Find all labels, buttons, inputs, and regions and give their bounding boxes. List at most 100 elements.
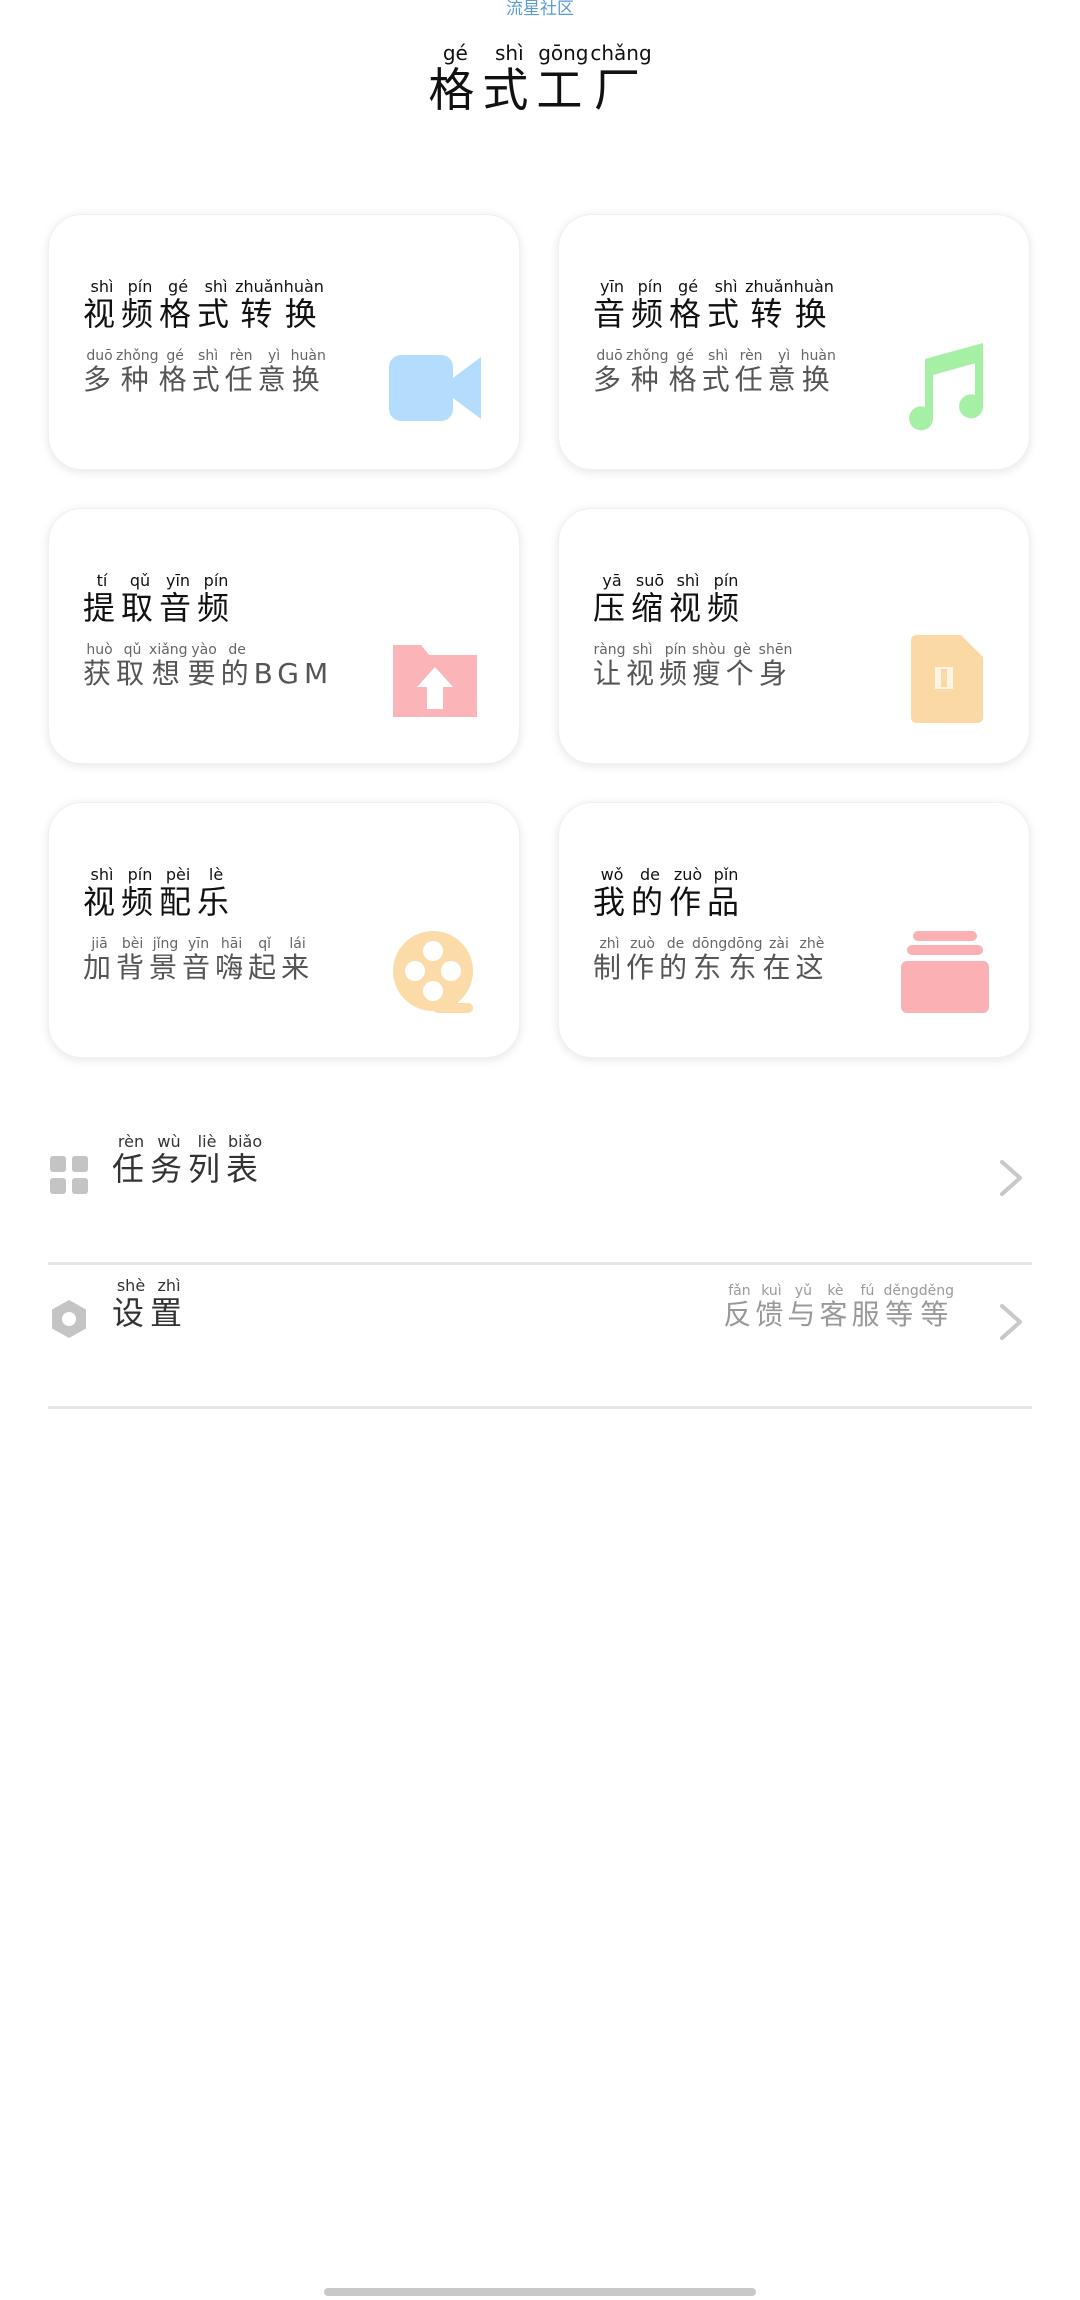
page-title: 格gé式shì工gōng厂chǎng [0,41,1080,120]
hanzi-char: 意yì [257,348,291,396]
settings-row[interactable]: 设shè置zhì 反fǎn馈kuì与yǔ客kè服fú等děng等děng [48,1264,1032,1409]
card-my-works[interactable]: 我wǒ的de作zuò品pǐn 制zhì作zuò的de东dōng东dōng在zài… [558,802,1030,1058]
pinyin: zuò [626,936,660,952]
film-reel-icon [393,931,473,1013]
hanzi-char: 制zhì [593,936,627,984]
hanzi-char: 列liè [188,1132,227,1188]
pinyin: fú [851,1283,884,1299]
hanzi-char: 等děng [883,1283,919,1331]
hanzi-char: 格gé [159,277,198,333]
hanzi-char: 换huàn [283,277,324,333]
hanzi-char: 格gé [428,41,483,117]
hanzi-char: 起qǐ [248,936,282,984]
card-title: 我wǒ的de作zuò品pǐn [593,865,746,923]
community-link[interactable]: 流星社区 [0,0,1080,18]
pinyin: shì [191,348,225,364]
pinyin: de [631,865,670,884]
task-list-row[interactable]: 任rèn务wù列liè表biǎo [48,1120,1032,1265]
hanzi-char: 取qǔ [116,642,150,690]
hanzi-char: 厂chǎng [590,41,652,117]
hanzi-char: 瘦shòu [692,642,726,690]
pinyin: gé [669,277,708,296]
hanzi-char: 个gè [725,642,759,690]
card-subtitle: 加jiā背bèi景jǐng音yīn嗨hāi起qǐ来lái [83,936,315,986]
card-subtitle: 获huò取qǔ想xiǎng要yào的deBGM [83,642,334,692]
hanzi-char: 要yào [187,642,221,690]
hanzi-char: 式shì [707,277,746,333]
hanzi-char: 嗨hāi [215,936,249,984]
hanzi-char: 设shè [112,1276,151,1332]
pinyin: shì [626,642,660,658]
pinyin: huàn [283,277,324,296]
card-video-convert[interactable]: 视shì频pín格gé式shì转zhuǎn换huàn 多duō种zhǒng格gé… [48,214,520,470]
pinyin: gé [159,277,198,296]
hanzi-char: 这zhè [795,936,829,984]
hanzi-char: 与yǔ [787,1283,820,1331]
hanzi-char: 客kè [819,1283,852,1331]
hanzi-char: 式shì [701,348,735,396]
pinyin: kuì [755,1283,788,1299]
hanzi-char: 多duō [593,348,627,396]
hanzi-char: 来lái [281,936,315,984]
pinyin: děng [883,1283,919,1299]
hanzi-char: 任rèn [112,1132,151,1188]
pinyin: jiā [83,936,117,952]
hanzi-char: 多duō [83,348,117,396]
card-subtitle: 多duō种zhǒng格gé式shì任rèn意yì换huàn [83,348,326,398]
pinyin: huàn [800,348,836,364]
hanzi-char: 压yā [593,571,632,627]
hanzi-char: 加jiā [83,936,117,984]
card-title: 压yā缩suō视shì频pín [593,571,745,629]
hanzi-char: 转zhuǎn [235,277,284,333]
card-extract-audio[interactable]: 提tí取qǔ音yīn频pín 获huò取qǔ想xiǎng要yào的deBGM [48,508,520,764]
hanzi-char: 景jǐng [149,936,183,984]
chevron-right-icon [1000,1304,1022,1340]
hanzi-char: 身shēn [758,642,793,690]
pinyin: wù [150,1132,189,1151]
pinyin: zhǒng [626,348,669,364]
hanzi-char: 品pǐn [707,865,746,921]
pinyin: yīn [593,277,631,296]
card-subtitle: 让ràng视shì频pín瘦shòu个gè身shēn [593,642,793,692]
hanzi-char: 式shì [191,348,225,396]
pinyin: qǔ [116,642,150,658]
stacked-layers-icon [901,931,989,1013]
hanzi-char: 的de [220,642,254,690]
pinyin: shì [83,865,122,884]
pinyin: de [659,936,693,952]
hanzi-char: 音yīn [182,936,216,984]
pinyin: gōng [536,41,591,65]
hanzi-char: 配pèi [159,865,198,921]
pinyin: shòu [692,642,726,658]
pinyin: kè [819,1283,852,1299]
hanzi-char: 务wù [150,1132,189,1188]
hanzi-char: 视shì [83,277,122,333]
pinyin: shì [707,277,746,296]
pinyin: shēn [758,642,793,658]
pinyin: zhì [150,1276,189,1295]
hanzi-char: 频pín [121,865,160,921]
pinyin: shì [83,277,122,296]
pinyin: zhì [593,936,626,952]
hanzi-char: 取qǔ [121,571,160,627]
card-compress-video[interactable]: 压yā缩suō视shì频pín 让ràng视shì频pín瘦shòu个gè身sh… [558,508,1030,764]
hanzi-char: 我wǒ [593,865,632,921]
card-audio-convert[interactable]: 音yīn频pín格gé式shì转zhuǎn换huàn 多duō种zhǒng格gé… [558,214,1030,470]
row-label: 任rèn务wù列liè表biǎo [112,1132,264,1190]
folder-upload-icon [393,645,477,717]
pinyin: yì [767,348,801,364]
hanzi-char: 音yīn [159,571,198,627]
pinyin: zuò [669,865,708,884]
hanzi-char: 的de [631,865,670,921]
home-indicator[interactable] [324,2288,756,2296]
hanzi-char: 任rèn [734,348,768,396]
pinyin: pǐn [707,865,746,884]
hanzi-char: 任rèn [224,348,258,396]
pinyin: shì [482,41,537,65]
row-label: 设shè置zhì [112,1276,189,1334]
card-video-music[interactable]: 视shì频pín配pèi乐lè 加jiā背bèi景jǐng音yīn嗨hāi起qǐ… [48,802,520,1058]
hanzi-char: 种zhǒng [116,348,159,396]
hanzi-char: BGM [253,657,334,690]
hanzi-char: 格gé [158,348,192,396]
pinyin: rèn [112,1132,150,1151]
